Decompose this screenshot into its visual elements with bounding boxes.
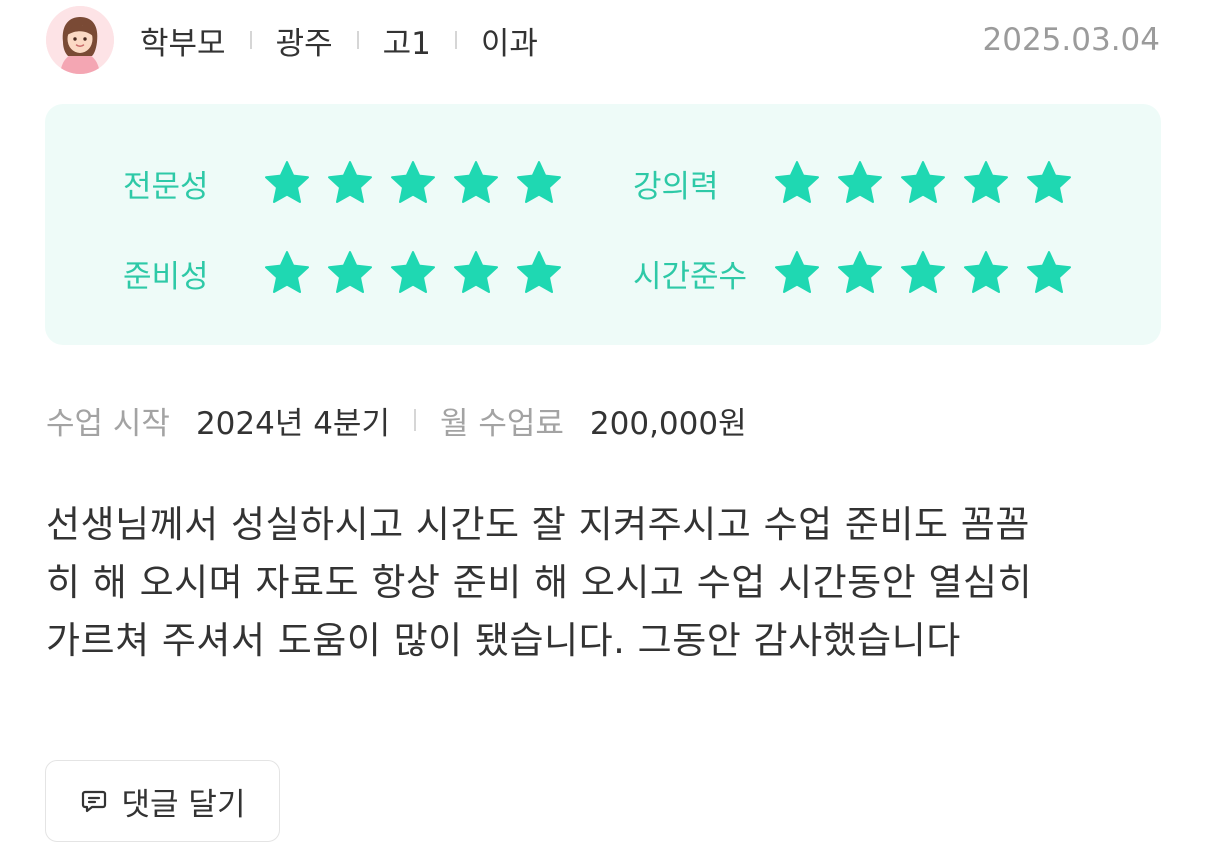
rating-teaching: 강의력 bbox=[633, 158, 1088, 208]
star-rating bbox=[263, 159, 578, 207]
review-date: 2025.03.04 bbox=[982, 22, 1161, 58]
rating-preparation: 준비성 bbox=[123, 248, 578, 298]
star-icon bbox=[964, 161, 1008, 203]
review-line: 히 해 오시며 자료도 항상 준비 해 오시고 수업 시간동안 열심히 bbox=[46, 561, 1033, 604]
star-icon bbox=[265, 251, 309, 293]
author-region: 광주 bbox=[275, 25, 333, 62]
rating-label: 강의력 bbox=[633, 168, 719, 205]
star-icon bbox=[838, 161, 882, 203]
rating-expertise: 전문성 bbox=[123, 158, 578, 208]
monthly-fee-label: 월 수업료 bbox=[439, 405, 564, 442]
star-icon bbox=[517, 161, 561, 203]
star-icon bbox=[901, 161, 945, 203]
add-comment-label: 댓글 달기 bbox=[121, 786, 246, 823]
star-icon bbox=[328, 251, 372, 293]
rating-label: 전문성 bbox=[123, 168, 209, 205]
comment-icon bbox=[81, 790, 106, 813]
star-icon bbox=[1027, 161, 1071, 203]
star-icon bbox=[838, 251, 882, 293]
divider bbox=[413, 409, 416, 431]
lesson-info: 수업 시작 2024년 4분기 월 수업료 200,000원 bbox=[46, 398, 747, 442]
add-comment-button[interactable]: 댓글 달기 bbox=[45, 760, 280, 842]
review-line: 가르쳐 주셔서 도움이 많이 됐습니다. 그동안 감사했습니다 bbox=[46, 619, 961, 662]
star-rating bbox=[773, 249, 1088, 297]
star-icon bbox=[454, 161, 498, 203]
star-icon bbox=[1027, 251, 1071, 293]
lesson-start-value: 2024년 4분기 bbox=[195, 405, 390, 442]
divider bbox=[454, 31, 457, 49]
divider bbox=[249, 31, 252, 49]
monthly-fee-value: 200,000원 bbox=[589, 405, 747, 442]
review-line: 선생님께서 성실하시고 시간도 잘 지켜주시고 수업 준비도 꼼꼼 bbox=[46, 503, 1030, 546]
lesson-start-label: 수업 시작 bbox=[46, 405, 170, 442]
author-grade: 고1 bbox=[382, 25, 431, 62]
star-icon bbox=[775, 251, 819, 293]
author-meta: 학부모 광주 고1 이과 bbox=[140, 20, 538, 62]
rating-label: 준비성 bbox=[123, 258, 209, 295]
star-icon bbox=[328, 161, 372, 203]
author-track: 이과 bbox=[480, 25, 538, 62]
rating-panel: 전문성 강의력 준비성 시간준수 bbox=[45, 104, 1161, 345]
star-icon bbox=[391, 161, 435, 203]
star-icon bbox=[454, 251, 498, 293]
star-icon bbox=[964, 251, 1008, 293]
star-icon bbox=[901, 251, 945, 293]
review-text: 선생님께서 성실하시고 시간도 잘 지켜주시고 수업 준비도 꼼꼼 히 해 오시… bbox=[46, 496, 1166, 670]
star-icon bbox=[517, 251, 561, 293]
author-role: 학부모 bbox=[140, 25, 226, 62]
star-rating bbox=[263, 249, 578, 297]
star-rating bbox=[773, 159, 1088, 207]
rating-punctuality: 시간준수 bbox=[633, 248, 1088, 298]
woman-avatar-icon bbox=[46, 6, 114, 74]
rating-label: 시간준수 bbox=[633, 258, 748, 295]
review-header: 학부모 광주 고1 이과 2025.03.04 bbox=[46, 6, 1160, 74]
star-icon bbox=[775, 161, 819, 203]
star-icon bbox=[391, 251, 435, 293]
divider bbox=[356, 31, 359, 49]
star-icon bbox=[265, 161, 309, 203]
